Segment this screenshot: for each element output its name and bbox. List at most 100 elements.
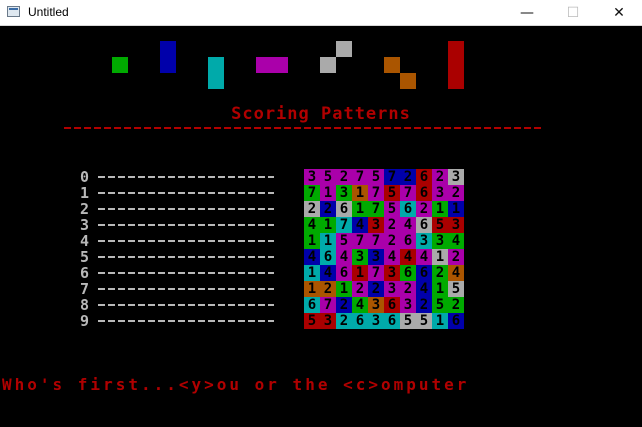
- grid-cell: 1: [352, 201, 368, 217]
- grid-cell: 1: [432, 281, 448, 297]
- pattern-leader: [98, 304, 274, 306]
- pattern-number: 5: [80, 248, 90, 266]
- grid-cell: 4: [336, 249, 352, 265]
- grid-cell: 7: [352, 169, 368, 185]
- grid-cell: 6: [400, 233, 416, 249]
- grid-cell: 2: [352, 281, 368, 297]
- pattern-row: 5: [80, 249, 274, 265]
- grid-cell: 4: [320, 265, 336, 281]
- grid-cell: 4: [304, 217, 320, 233]
- grid-cell: 5: [432, 217, 448, 233]
- piece-red-cell: [448, 57, 464, 73]
- piece-brown-cell: [400, 73, 416, 89]
- grid-cell: 6: [336, 201, 352, 217]
- grid-cell: 3: [416, 233, 432, 249]
- pattern-number: 0: [80, 168, 90, 186]
- title-bar: Untitled — ☐ ✕: [0, 0, 642, 26]
- grid-cell: 2: [304, 201, 320, 217]
- grid-cell: 4: [304, 249, 320, 265]
- grid-cell: 6: [336, 265, 352, 281]
- grid-cell: 6: [384, 297, 400, 313]
- grid-cell: 7: [368, 265, 384, 281]
- grid-cell: 3: [320, 313, 336, 329]
- piece-gray-cell: [336, 41, 352, 57]
- pattern-leader: [98, 192, 274, 194]
- grid-cell: 4: [400, 249, 416, 265]
- grid-cell: 4: [384, 249, 400, 265]
- piece-cyan-cell: [208, 73, 224, 89]
- grid-cell: 2: [416, 297, 432, 313]
- grid-cell: 3: [432, 185, 448, 201]
- piece-magenta-cell: [256, 57, 272, 73]
- pattern-row: 4: [80, 233, 274, 249]
- grid-cell: 4: [448, 265, 464, 281]
- grid-cell: 7: [320, 297, 336, 313]
- pattern-row: 0: [80, 169, 274, 185]
- grid-cell: 6: [416, 265, 432, 281]
- pattern-leader: [98, 224, 274, 226]
- close-button[interactable]: ✕: [596, 0, 642, 26]
- grid-cell: 3: [352, 249, 368, 265]
- grid-cell: 6: [416, 169, 432, 185]
- grid-cell: 6: [416, 185, 432, 201]
- pattern-row: 2: [80, 201, 274, 217]
- grid-cell: 3: [384, 281, 400, 297]
- grid-cell: 6: [400, 201, 416, 217]
- grid-cell: 6: [416, 217, 432, 233]
- grid-cell: 3: [432, 233, 448, 249]
- pattern-number: 6: [80, 264, 90, 282]
- grid-cell: 1: [432, 313, 448, 329]
- grid-cell: 2: [384, 233, 400, 249]
- grid-cell: 7: [384, 169, 400, 185]
- grid-cell: 2: [336, 313, 352, 329]
- app-window-icon: [7, 6, 20, 17]
- grid-cell: 1: [304, 281, 320, 297]
- pattern-row: 7: [80, 281, 274, 297]
- maximize-button[interactable]: ☐: [550, 0, 596, 26]
- grid-cell: 1: [352, 185, 368, 201]
- grid-cell: 1: [432, 201, 448, 217]
- heading-underline: [64, 127, 544, 129]
- grid-cell: 5: [432, 297, 448, 313]
- grid-cell: 5: [448, 281, 464, 297]
- grid-cell: 5: [384, 201, 400, 217]
- grid-cell: 1: [336, 281, 352, 297]
- pattern-number: 4: [80, 232, 90, 250]
- pattern-row: 6: [80, 265, 274, 281]
- piece-magenta-cell: [272, 57, 288, 73]
- grid-cell: 4: [448, 233, 464, 249]
- grid-cell: 6: [320, 249, 336, 265]
- grid-cell: 1: [304, 233, 320, 249]
- pattern-row: 3: [80, 217, 274, 233]
- grid-cell: 4: [352, 297, 368, 313]
- pattern-leader: [98, 256, 274, 258]
- grid-cell: 5: [368, 169, 384, 185]
- window-title: Untitled: [28, 5, 69, 19]
- grid-cell: 5: [320, 169, 336, 185]
- grid-cell: 5: [336, 233, 352, 249]
- pattern-row: 1: [80, 185, 274, 201]
- grid-cell: 1: [320, 185, 336, 201]
- grid-cell: 2: [320, 201, 336, 217]
- grid-cell: 3: [368, 217, 384, 233]
- grid-cell: 7: [368, 201, 384, 217]
- minimize-button[interactable]: —: [504, 0, 550, 26]
- grid-cell: 3: [448, 169, 464, 185]
- grid-cell: 2: [432, 169, 448, 185]
- grid-cell: 5: [400, 313, 416, 329]
- grid-cell: 2: [320, 281, 336, 297]
- pattern-number: 7: [80, 280, 90, 298]
- grid-cell: 4: [400, 217, 416, 233]
- pattern-leader: [98, 176, 274, 178]
- piece-gray-cell: [320, 57, 336, 73]
- pattern-number: 1: [80, 184, 90, 202]
- piece-blue-cell: [160, 57, 176, 73]
- grid-cell: 1: [304, 265, 320, 281]
- pattern-leader: [98, 272, 274, 274]
- grid-cell: 3: [304, 169, 320, 185]
- grid-cell: 7: [400, 185, 416, 201]
- grid-cell: 4: [416, 249, 432, 265]
- grid-cell: 2: [336, 297, 352, 313]
- grid-cell: 5: [384, 185, 400, 201]
- grid-cell: 7: [336, 217, 352, 233]
